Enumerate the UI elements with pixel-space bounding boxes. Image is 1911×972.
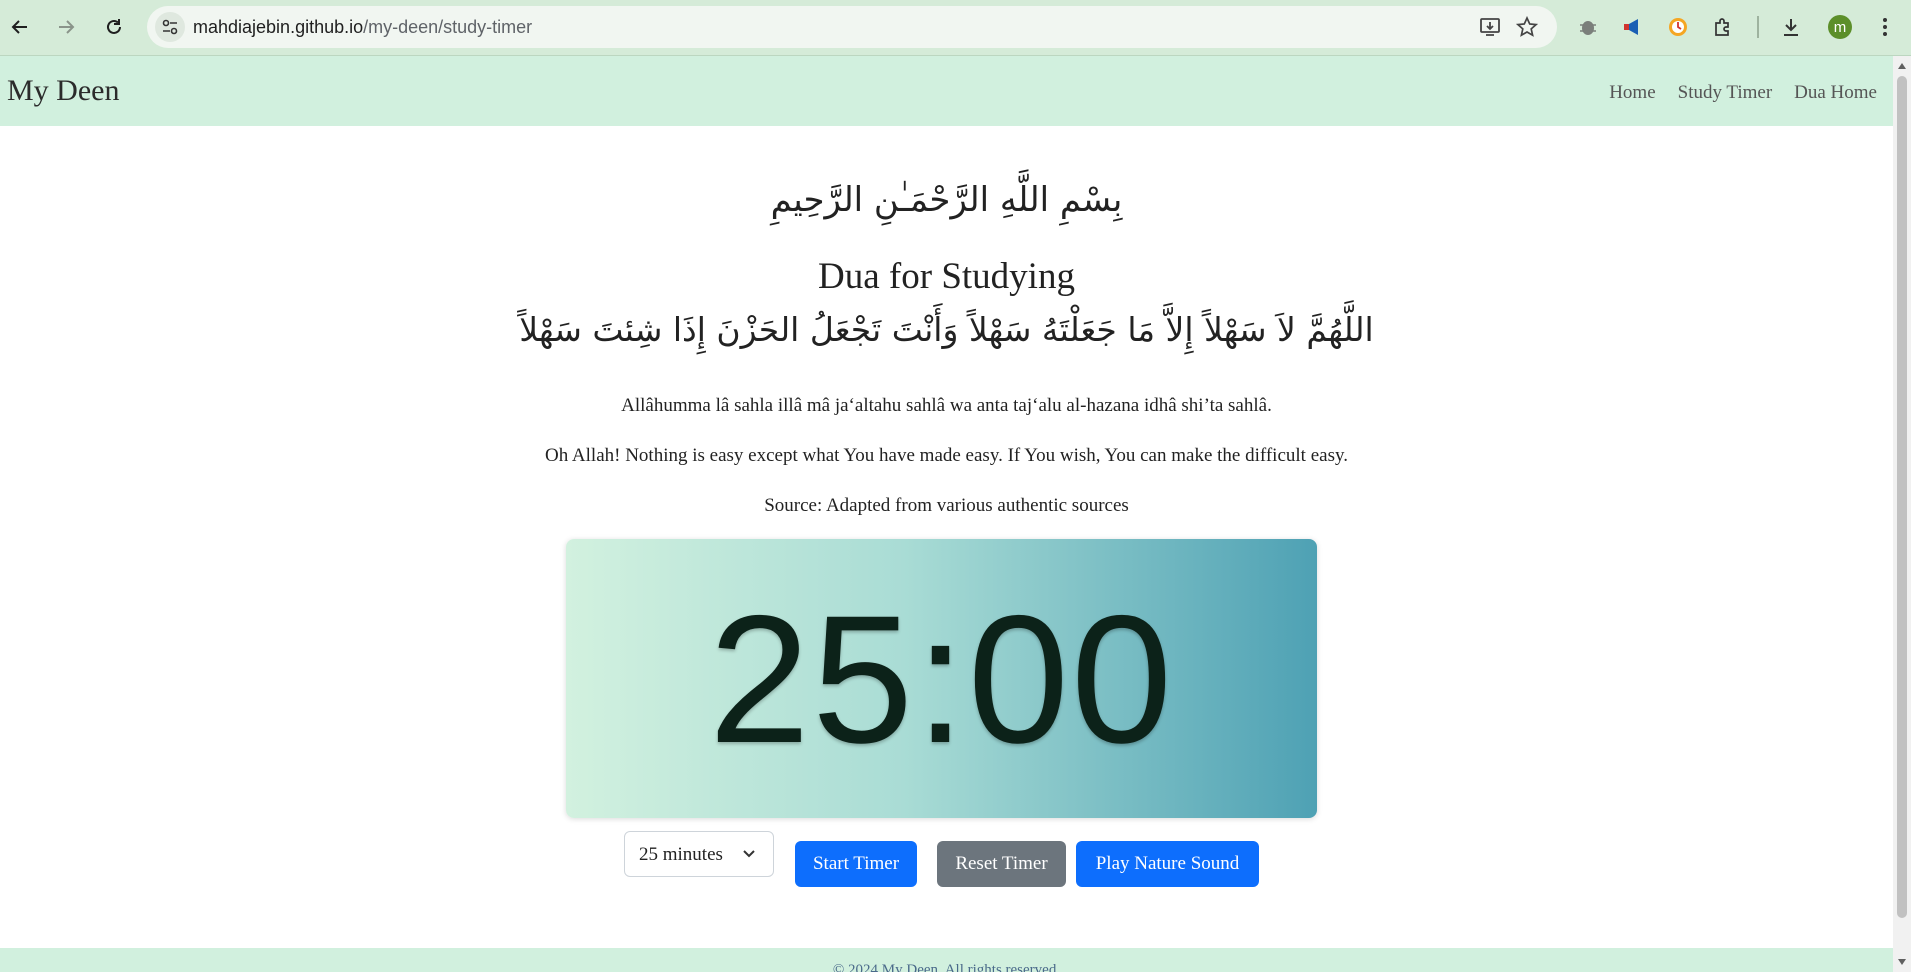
dua-translation: Oh Allah! Nothing is easy except what Yo… <box>545 445 1348 466</box>
reload-icon[interactable] <box>99 12 129 42</box>
bug-extension-icon[interactable] <box>1574 13 1602 41</box>
download-icon[interactable] <box>1777 13 1805 41</box>
url-path: /my-deen/study-timer <box>363 17 533 37</box>
footer-text: © 2024 My Deen. All rights reserved. <box>832 962 1061 972</box>
address-bar[interactable]: mahdiajebin.github.io/my-deen/study-time… <box>147 6 1557 48</box>
url-text[interactable]: mahdiajebin.github.io/my-deen/study-time… <box>193 17 532 38</box>
megaphone-extension-icon[interactable] <box>1619 13 1647 41</box>
page-scrollbar[interactable] <box>1893 56 1911 972</box>
brand-logo[interactable]: My Deen <box>7 74 119 108</box>
site-navbar: My Deen Home Study Timer Dua Home <box>0 56 1893 126</box>
site-info-icon[interactable] <box>155 12 185 42</box>
kebab-menu-icon[interactable] <box>1871 13 1899 41</box>
timer-display-card: 25:00 <box>566 539 1317 818</box>
bismillah-heading: بِسْمِ اللَّهِ الرَّحْمَـٰنِ الرَّحِيمِ <box>770 180 1123 220</box>
page-title: Dua for Studying <box>818 256 1075 297</box>
nav-link-home[interactable]: Home <box>1609 82 1655 104</box>
profile-avatar[interactable]: m <box>1828 15 1852 39</box>
url-host: mahdiajebin.github.io <box>193 17 364 37</box>
bookmark-star-icon[interactable] <box>1514 14 1540 40</box>
scrollbar-thumb[interactable] <box>1897 76 1907 918</box>
duration-select[interactable]: 25 minutes <box>624 831 774 877</box>
reset-timer-button[interactable]: Reset Timer <box>937 841 1066 887</box>
duration-select-value: 25 minutes <box>639 844 723 865</box>
timer-display: 25:00 <box>708 576 1175 781</box>
scroll-down-arrow-icon[interactable] <box>1898 959 1906 965</box>
scroll-up-arrow-icon[interactable] <box>1898 63 1906 69</box>
install-app-icon[interactable] <box>1477 14 1503 40</box>
page-footer: © 2024 My Deen. All rights reserved. <box>0 948 1893 972</box>
nav-link-dua-home[interactable]: Dua Home <box>1794 82 1877 104</box>
back-arrow-icon[interactable] <box>5 12 35 42</box>
nav-links: Home Study Timer Dua Home <box>1609 82 1877 104</box>
start-timer-button[interactable]: Start Timer <box>795 841 917 887</box>
play-nature-sound-button[interactable]: Play Nature Sound <box>1076 841 1259 887</box>
nav-link-study-timer[interactable]: Study Timer <box>1678 82 1773 104</box>
toolbar-separator <box>1757 16 1759 38</box>
dua-arabic-text: اللَّهُمَّ لاَ سَهْلاً إِلاَّ مَا جَعَلْ… <box>519 310 1374 349</box>
chevron-down-icon <box>741 846 757 867</box>
dua-transliteration: Allâhumma lâ sahla illâ mâ ja‘altahu sah… <box>621 395 1272 416</box>
timer-extension-icon[interactable] <box>1664 13 1692 41</box>
forward-arrow-icon[interactable] <box>51 12 81 42</box>
dua-source: Source: Adapted from various authentic s… <box>764 495 1129 516</box>
extensions-puzzle-icon[interactable] <box>1709 13 1737 41</box>
browser-toolbar: mahdiajebin.github.io/my-deen/study-time… <box>0 0 1911 56</box>
